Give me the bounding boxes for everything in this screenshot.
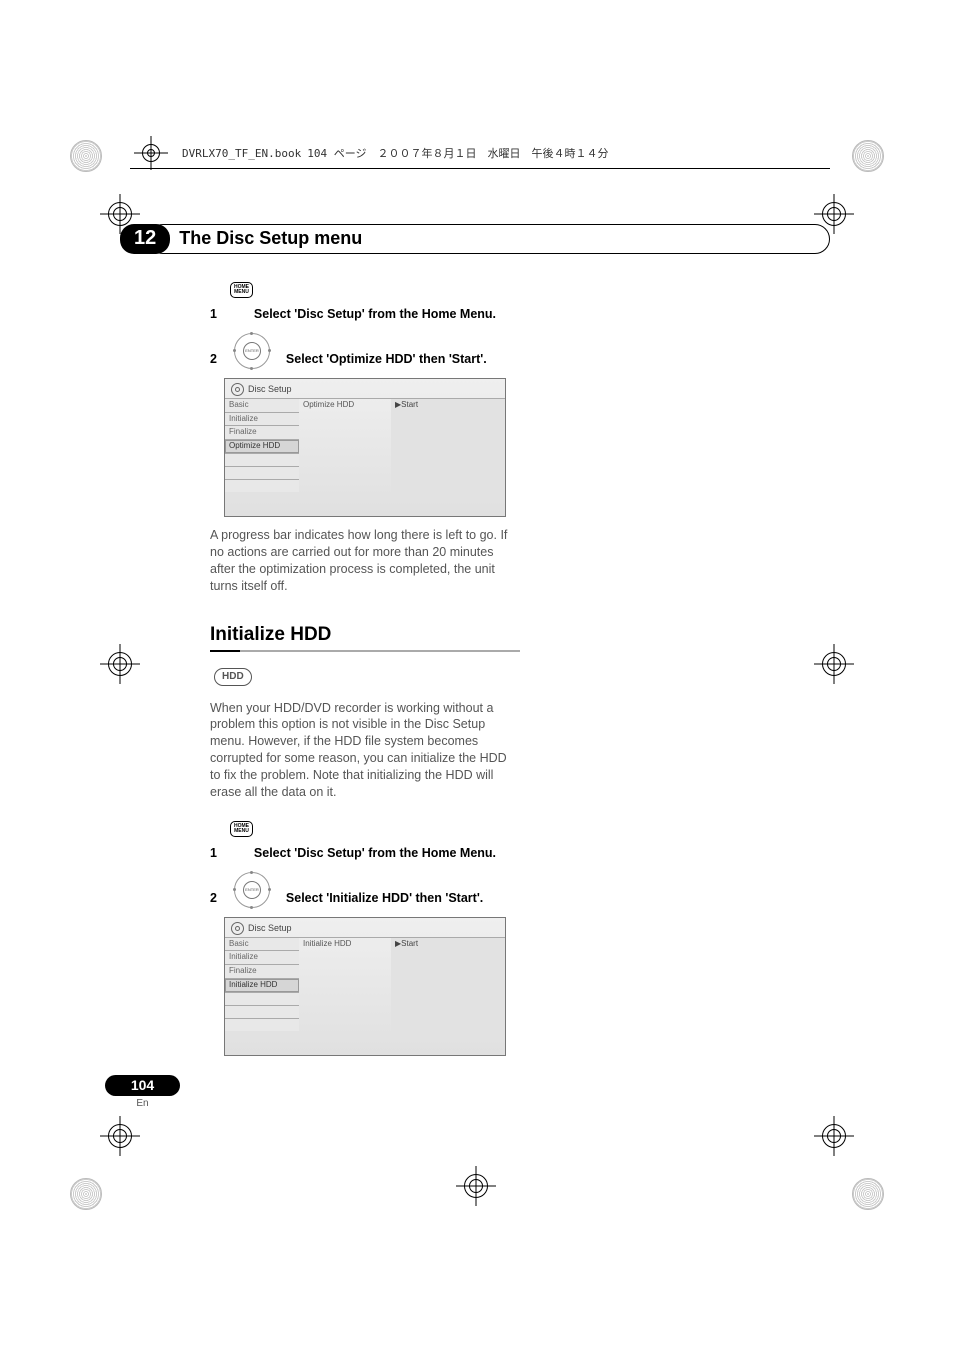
- step-number: 1: [210, 307, 217, 321]
- menu-item-highlighted: Optimize HDD: [225, 439, 299, 453]
- menu-item-empty: [225, 479, 299, 492]
- start-action: ▶Start: [391, 937, 505, 1031]
- menu-item: Initialize: [225, 412, 299, 426]
- crop-mark: [70, 140, 102, 172]
- chapter-title: The Disc Setup menu: [148, 224, 830, 254]
- screenshot-title: Disc Setup: [248, 922, 292, 934]
- step-text: Select 'Optimize HDD' then 'Start'.: [286, 352, 487, 366]
- menu-item: Basic: [225, 937, 299, 951]
- menu-item-empty: [225, 466, 299, 479]
- menu-item-highlighted: Initialize HDD: [225, 978, 299, 992]
- step-1: 1 Select 'Disc Setup' from the Home Menu…: [210, 845, 520, 862]
- step-text: Select 'Disc Setup' from the Home Menu.: [254, 307, 496, 321]
- home-menu-icon-wrap: HOME MENU: [210, 282, 520, 300]
- crop-mark: [70, 1178, 102, 1210]
- step-number: 2: [210, 352, 217, 366]
- page-language: En: [105, 1098, 180, 1109]
- crop-mark: [852, 140, 884, 172]
- menu-item: Basic: [225, 398, 299, 412]
- ui-screenshot-optimize: Disc Setup Basic Initialize Finalize Opt…: [224, 378, 506, 517]
- disc-icon: [231, 922, 244, 935]
- menu-item: Finalize: [225, 964, 299, 978]
- menu-item: Initialize: [225, 950, 299, 964]
- crop-mark: [852, 1178, 884, 1210]
- hdd-badge: HDD: [214, 668, 252, 686]
- page-number-badge: 104 En: [105, 1075, 180, 1109]
- home-menu-icon-wrap: HOME MENU: [210, 821, 520, 839]
- step-text: Select 'Disc Setup' from the Home Menu.: [254, 846, 496, 860]
- header-page-info: 104 ページ ２００７年８月１日 水曜日 午後４時１４分: [307, 145, 608, 161]
- registration-mark: [462, 1172, 490, 1200]
- enter-dpad-icon: ENTER: [230, 868, 274, 912]
- section-divider: [210, 650, 520, 652]
- menu-item-empty: [225, 453, 299, 466]
- screenshot-title: Disc Setup: [248, 383, 292, 395]
- step-text: Select 'Initialize HDD' then 'Start'.: [286, 891, 483, 905]
- enter-dpad-icon: ENTER: [230, 329, 274, 373]
- option-label: Initialize HDD: [299, 937, 391, 1031]
- header-filename: DVRLX70_TF_EN.book: [182, 147, 301, 160]
- print-header: DVRLX70_TF_EN.book 104 ページ ２００７年８月１日 水曜日…: [130, 140, 830, 169]
- step-1: 1 Select 'Disc Setup' from the Home Menu…: [210, 306, 520, 323]
- chapter-header: 12 The Disc Setup menu: [130, 224, 830, 254]
- section-heading: Initialize HDD: [210, 622, 520, 648]
- menu-item-empty: [225, 992, 299, 1005]
- step-number: 1: [210, 846, 217, 860]
- menu-item-empty: [225, 1018, 299, 1031]
- menu-item-empty: [225, 1005, 299, 1018]
- disc-icon: [231, 383, 244, 396]
- body-paragraph: When your HDD/DVD recorder is working wi…: [210, 700, 520, 801]
- content-column: HOME MENU 1 Select 'Disc Setup' from the…: [210, 282, 520, 1056]
- ui-screenshot-initialize: Disc Setup Basic Initialize Finalize Ini…: [224, 917, 506, 1056]
- page-number: 104: [105, 1075, 180, 1096]
- menu-item: Finalize: [225, 425, 299, 439]
- registration-mark-icon: [140, 142, 162, 164]
- step-number: 2: [210, 891, 217, 905]
- option-label: Optimize HDD: [299, 398, 391, 492]
- home-menu-icon: HOME MENU: [230, 821, 253, 837]
- home-menu-icon: HOME MENU: [230, 282, 253, 298]
- start-action: ▶Start: [391, 398, 505, 492]
- chapter-number: 12: [120, 224, 170, 254]
- body-paragraph: A progress bar indicates how long there …: [210, 527, 520, 595]
- page-content: DVRLX70_TF_EN.book 104 ページ ２００７年８月１日 水曜日…: [130, 140, 830, 1170]
